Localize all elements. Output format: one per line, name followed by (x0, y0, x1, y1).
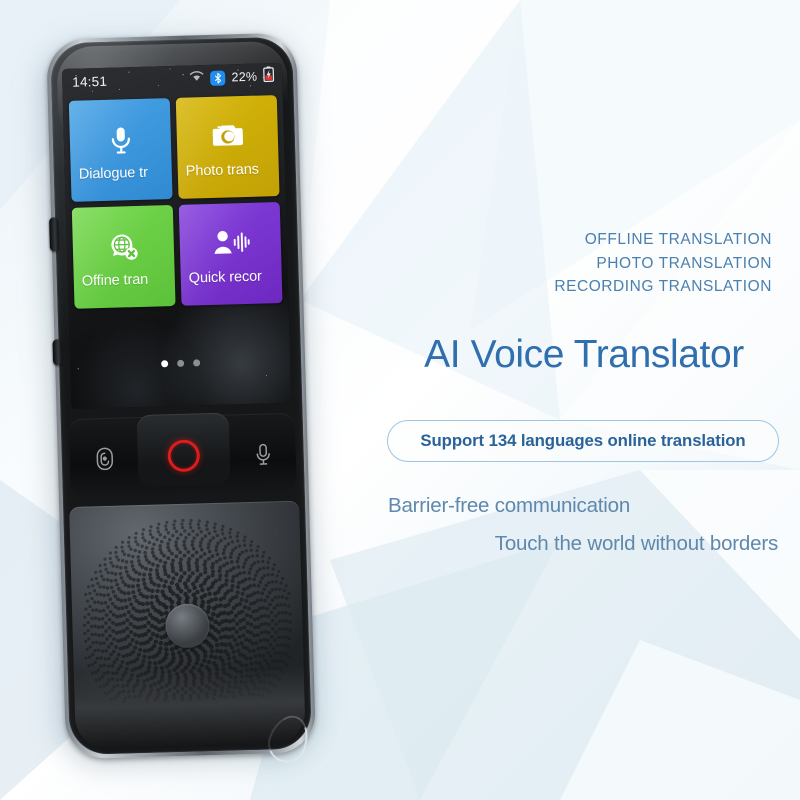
tagline-line-1: Barrier-free communication (388, 494, 631, 517)
kicker-line-2: PHOTO TRANSLATION (596, 254, 772, 272)
person-voice-icon (179, 228, 281, 257)
page-dot-3[interactable] (192, 359, 200, 367)
battery-charging-icon (263, 65, 275, 87)
language-support-badge: Support 134 languages online translation (387, 420, 779, 462)
tile-label: Dialogue tr (78, 164, 149, 183)
camera-icon (176, 121, 278, 150)
app-tile-grid: Dialogue tr Photo trans Offine tran Quic… (68, 95, 283, 315)
microphone-icon (70, 124, 172, 157)
side-button-power[interactable] (52, 339, 63, 366)
control-strip (68, 412, 297, 497)
tile-label: Quick recor (188, 268, 263, 287)
page-title: AI Voice Translator (424, 333, 744, 376)
fingerprint-button[interactable] (87, 442, 122, 477)
microphone-button[interactable] (245, 437, 280, 472)
tagline-line-2: Touch the world without borders (494, 532, 778, 555)
translator-device: 14:51 22% Dialogue tr Photo trans Offine… (22, 14, 333, 782)
page-dot-1[interactable] (160, 360, 168, 368)
bluetooth-icon (210, 69, 226, 86)
tile-dialogue-translation[interactable]: Dialogue tr (68, 98, 173, 202)
side-button-volume[interactable] (49, 217, 59, 252)
wifi-icon (189, 69, 204, 87)
battery-percent: 22% (231, 69, 258, 85)
device-screen[interactable]: 14:51 22% Dialogue tr Photo trans Offine… (61, 62, 292, 409)
tile-photo-translation[interactable]: Photo trans (175, 95, 280, 199)
tile-label: Offine tran (81, 271, 149, 290)
kicker-line-3: RECORDING TRANSLATION (554, 278, 772, 295)
page-dot-2[interactable] (176, 359, 184, 367)
language-support-label: Support 134 languages online translation (420, 431, 746, 450)
status-time: 14:51 (72, 73, 108, 90)
speaker-grille (69, 500, 306, 751)
tile-label: Photo trans (185, 161, 260, 180)
tile-quick-recording[interactable]: Quick recor (178, 202, 283, 306)
globe-offline-icon (72, 231, 174, 264)
tile-offline-translation[interactable]: Offine tran (71, 205, 176, 309)
feature-kicker-list: OFFLINE TRANSLATION PHOTO TRANSLATION RE… (554, 228, 772, 299)
kicker-line-1: OFFLINE TRANSLATION (584, 231, 772, 248)
